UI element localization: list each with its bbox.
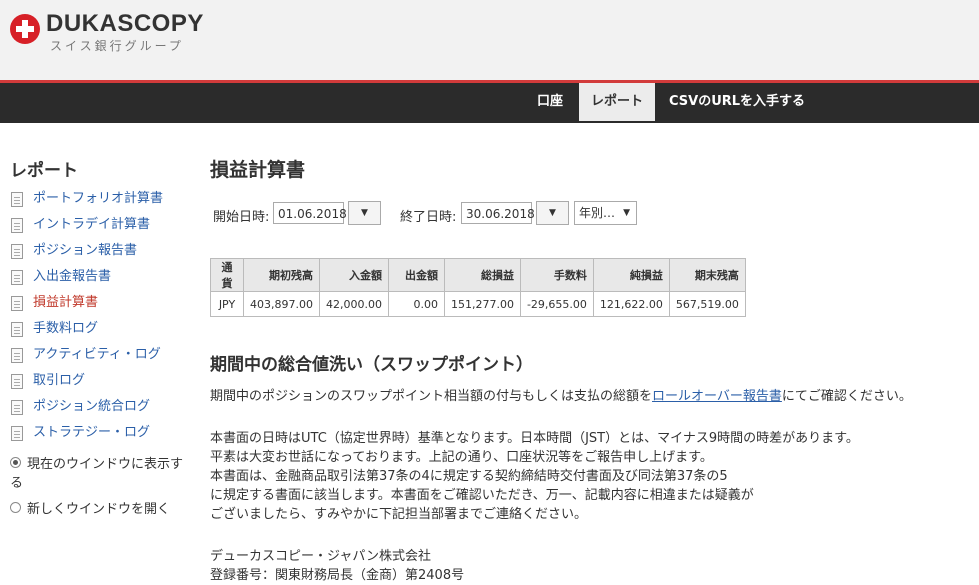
cell-currency: JPY <box>210 291 244 317</box>
document-icon <box>11 400 23 415</box>
radio-current-window-row[interactable]: 現在のウインドウに表示す る <box>10 455 195 493</box>
document-icon <box>11 348 23 363</box>
company-block: デューカスコピー・ジャパン株式会社 登録番号：関東財務局長（金商）第2408号 <box>210 547 464 585</box>
nav-csv-url[interactable]: CSVのURLを入手する <box>657 83 817 121</box>
sidebar-item-position-merge-log: ポジション統合ログ <box>10 396 195 422</box>
col-closing-balance: 期末残高 <box>668 258 746 292</box>
note-line: 平素は大変お世話になっております。上記の通り、口座状況等をご報告申し上げます。 <box>210 450 713 465</box>
document-icon <box>11 244 23 259</box>
col-deposits: 入金額 <box>318 258 389 292</box>
sidebar-link-activity-log[interactable]: アクティビティ・ログ <box>33 347 161 362</box>
notes-block: 本書面の日時はUTC（協定世界時）基準となります。日本時間（JST）とは、マイナ… <box>210 429 859 524</box>
document-icon <box>11 296 23 311</box>
swap-text-after: にてご確認ください。 <box>781 389 912 404</box>
sidebar-link-pnl[interactable]: 損益計算書 <box>33 295 98 310</box>
cell-opening-balance: 403,897.00 <box>243 291 320 317</box>
sidebar-item-portfolio: ポートフォリオ計算書 <box>10 188 195 214</box>
page-title: 損益計算書 <box>210 159 306 181</box>
sidebar-menu: ポートフォリオ計算書 イントラデイ計算書 ポジション報告書 入出金報告書 損益計… <box>10 188 195 448</box>
sidebar-item-commission-log: 手数料ログ <box>10 318 195 344</box>
sidebar-link-position-report[interactable]: ポジション報告書 <box>33 243 137 258</box>
nav-account[interactable]: 口座 <box>525 83 575 121</box>
document-icon <box>11 270 23 285</box>
pnl-table: 通貨 期初残高 入金額 出金額 総損益 手数料 純損益 期末残高 JPY 403… <box>210 258 746 317</box>
sidebar-link-strategy-log[interactable]: ストラテジー・ログ <box>33 425 150 440</box>
radio-current-window[interactable] <box>10 457 21 468</box>
swiss-cross-icon <box>10 14 40 44</box>
sidebar-title: レポート <box>10 161 78 181</box>
table-header-row: 通貨 期初残高 入金額 出金額 総損益 手数料 純損益 期末残高 <box>210 258 746 292</box>
period-select-value: 年別… <box>579 206 616 220</box>
swap-text-before: 期間中のポジションのスワップポイント相当額の付与もしくは支払の総額を <box>210 389 653 404</box>
header: DUKASCOPY スイス銀行グループ <box>0 0 979 80</box>
nav-reports[interactable]: レポート <box>579 83 656 121</box>
cell-deposits: 42,000.00 <box>318 291 389 317</box>
sidebar-link-portfolio[interactable]: ポートフォリオ計算書 <box>33 191 163 206</box>
end-date-input[interactable]: 30.06.2018 <box>461 202 535 224</box>
registration-number: 登録番号：関東財務局長（金商）第2408号 <box>210 568 465 583</box>
col-withdrawals: 出金額 <box>387 258 445 292</box>
logo-name: DUKASCOPY <box>46 10 204 37</box>
note-line: ございましたら、すみやかに下記担当部署までご連絡ください。 <box>210 507 588 522</box>
sidebar-link-deposit-withdrawal[interactable]: 入出金報告書 <box>33 269 111 284</box>
note-line: に規定する書面に該当します。本書面をご確認いただき、万一、記載内容に相違または疑… <box>210 488 754 503</box>
col-net-pnl: 純損益 <box>592 258 670 292</box>
rollover-report-link[interactable]: ロールオーバー報告書 <box>652 389 782 404</box>
cell-closing-balance: 567,519.00 <box>668 291 746 317</box>
col-opening-balance: 期初残高 <box>243 258 320 292</box>
swap-description: 期間中のポジションのスワップポイント相当額の付与もしくは支払の総額をロールオーバ… <box>210 387 912 406</box>
sidebar-item-activity-log: アクティビティ・ログ <box>10 344 195 370</box>
sidebar-link-intraday[interactable]: イントラデイ計算書 <box>33 217 150 232</box>
document-icon <box>11 374 23 389</box>
sidebar-item-pnl: 損益計算書 <box>10 292 195 318</box>
end-date-label: 終了日時: <box>400 210 457 225</box>
radio-new-window-row[interactable]: 新しくウインドウを開く <box>10 500 195 519</box>
cell-commission: -29,655.00 <box>519 291 594 317</box>
radio-current-window-label-cont: る <box>10 476 24 491</box>
start-date-label: 開始日時: <box>213 210 270 225</box>
sidebar-link-trade-log[interactable]: 取引ログ <box>33 373 85 388</box>
main-nav: 口座 レポート CSVのURLを入手する <box>0 83 979 123</box>
sidebar-item-deposit-withdrawal: 入出金報告書 <box>10 266 195 292</box>
note-line: 本書面は、金融商品取引法第37条の4に規定する契約締結時交付書面及び同法第37条… <box>210 469 728 484</box>
cell-withdrawals: 0.00 <box>387 291 445 317</box>
sidebar-link-position-merge-log[interactable]: ポジション統合ログ <box>33 399 150 414</box>
period-select[interactable]: 年別… ▼ <box>574 201 637 225</box>
swap-section-title: 期間中の総合値洗い（スワップポイント） <box>210 355 533 375</box>
cell-net-pnl: 121,622.00 <box>592 291 670 317</box>
col-currency: 通貨 <box>210 258 244 292</box>
sidebar-item-position-report: ポジション報告書 <box>10 240 195 266</box>
start-date-input[interactable]: 01.06.2018 <box>273 202 347 224</box>
sidebar-item-trade-log: 取引ログ <box>10 370 195 396</box>
start-date-picker-button[interactable]: ▼ <box>348 201 381 225</box>
sidebar-item-intraday: イントラデイ計算書 <box>10 214 195 240</box>
sidebar-item-strategy-log: ストラテジー・ログ <box>10 422 195 448</box>
document-icon <box>11 322 23 337</box>
col-commission: 手数料 <box>519 258 594 292</box>
sidebar-link-commission-log[interactable]: 手数料ログ <box>33 321 98 336</box>
chevron-down-icon: ▼ <box>623 208 630 218</box>
col-gross-pnl: 総損益 <box>443 258 521 292</box>
end-date-picker-button[interactable]: ▼ <box>536 201 569 225</box>
logo-subtitle: スイス銀行グループ <box>50 39 184 53</box>
table-row: JPY 403,897.00 42,000.00 0.00 151,277.00… <box>210 291 746 317</box>
radio-new-window-label: 新しくウインドウを開く <box>27 502 171 517</box>
note-line: 本書面の日時はUTC（協定世界時）基準となります。日本時間（JST）とは、マイナ… <box>210 431 859 446</box>
cell-gross-pnl: 151,277.00 <box>443 291 521 317</box>
radio-new-window[interactable] <box>10 502 21 513</box>
document-icon <box>11 218 23 233</box>
company-name: デューカスコピー・ジャパン株式会社 <box>210 549 432 564</box>
document-icon <box>11 426 23 441</box>
radio-current-window-label: 現在のウインドウに表示す <box>27 457 184 472</box>
document-icon <box>11 192 23 207</box>
dukascopy-logo[interactable]: DUKASCOPY スイス銀行グループ <box>10 10 250 58</box>
